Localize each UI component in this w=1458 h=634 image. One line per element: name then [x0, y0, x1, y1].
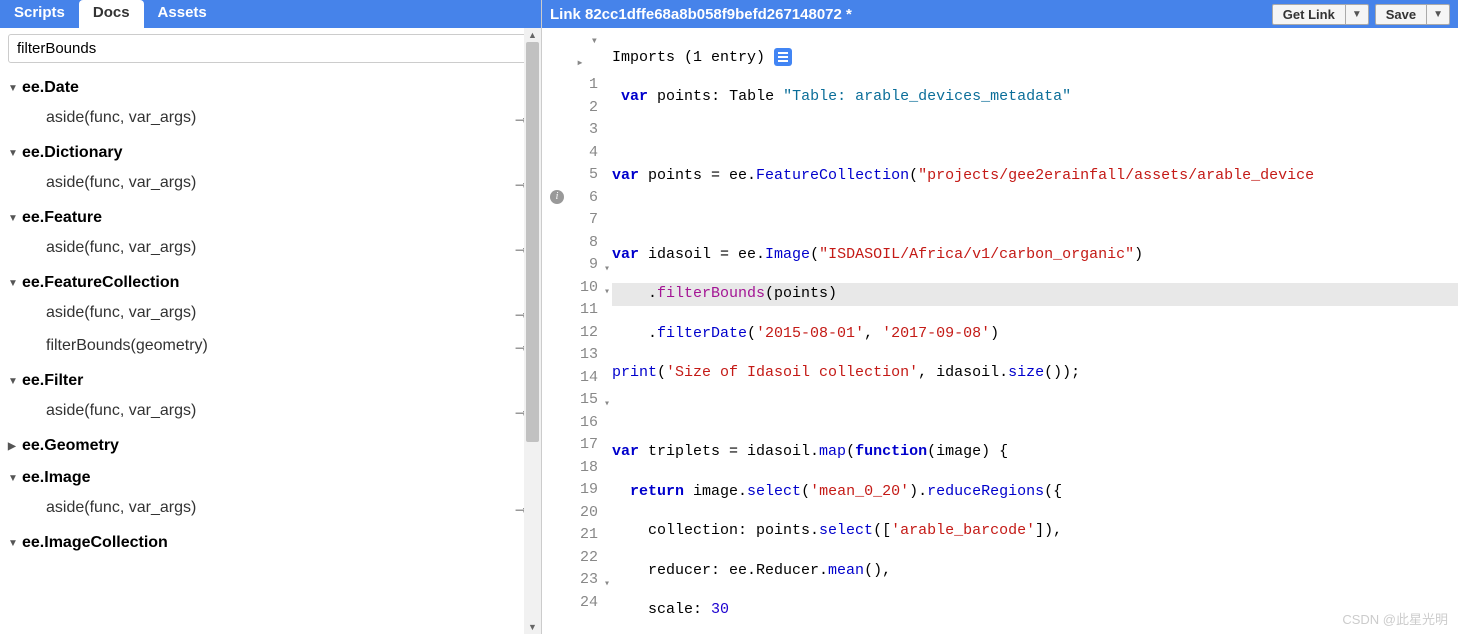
chevron-down-icon: ▼ — [8, 473, 22, 484]
tree-item[interactable]: aside(func, var_args)→| — [8, 101, 537, 134]
tree-item[interactable]: filterBounds(geometry)→| — [8, 329, 537, 362]
scrollbar[interactable]: ▲ ▼ — [524, 28, 541, 634]
panel-tabs: Scripts Docs Assets — [0, 0, 541, 28]
scroll-down-icon[interactable]: ▼ — [524, 620, 541, 634]
tree-item[interactable]: aside(func, var_args)→| — [8, 231, 537, 264]
get-link-dropdown[interactable]: ▼ — [1346, 4, 1369, 25]
tree-item[interactable]: aside(func, var_args)→| — [8, 296, 537, 329]
editor-panel: Link 82cc1dffe68a8b058f9befd267148072 * … — [542, 0, 1458, 634]
info-icon[interactable]: i — [550, 190, 564, 204]
tree-item-label: aside(func, var_args) — [46, 304, 196, 322]
tree-group-header[interactable]: ▶ee.Geometry — [8, 433, 537, 459]
tab-docs[interactable]: Docs — [79, 0, 144, 28]
editor-header: Link 82cc1dffe68a8b058f9befd267148072 * … — [542, 0, 1458, 28]
tree-item-label: aside(func, var_args) — [46, 499, 196, 517]
docs-search — [8, 34, 533, 63]
chevron-down-icon: ▼ — [8, 213, 22, 224]
tree-item-label: aside(func, var_args) — [46, 402, 196, 420]
tree-item-label: aside(func, var_args) — [46, 239, 196, 257]
get-link-button[interactable]: Get Link — [1272, 4, 1346, 25]
tree-group-label: ee.Filter — [22, 372, 83, 390]
chevron-down-icon: ▼ — [8, 148, 22, 159]
code-editor[interactable]: ▾ ▸ 1 2 3 4 5 i6 7 8 9▾ 10▾ 11 12 13 14 … — [542, 28, 1458, 634]
code-content[interactable]: Imports (1 entry) var points: Table "Tab… — [612, 28, 1458, 634]
scrollbar-thumb[interactable] — [526, 42, 539, 442]
docs-search-input[interactable] — [8, 34, 533, 63]
tree-item[interactable]: aside(func, var_args)→| — [8, 394, 537, 427]
tree-item[interactable]: aside(func, var_args)→| — [8, 166, 537, 199]
chevron-down-icon: ▼ — [8, 83, 22, 94]
tree-item-label: aside(func, var_args) — [46, 174, 196, 192]
scroll-up-icon[interactable]: ▲ — [524, 28, 541, 42]
editor-actions: Get Link ▼ Save ▼ — [1272, 4, 1450, 25]
save-dropdown[interactable]: ▼ — [1427, 4, 1450, 25]
imports-header: Imports (1 entry) — [612, 49, 765, 66]
imports-badge-icon[interactable] — [774, 48, 792, 66]
tab-assets[interactable]: Assets — [144, 0, 221, 28]
tree-group-label: ee.Image — [22, 469, 90, 487]
tree-group-label: ee.Date — [22, 79, 79, 97]
tree-group-label: ee.ImageCollection — [22, 534, 168, 552]
save-button[interactable]: Save — [1375, 4, 1427, 25]
docs-tree[interactable]: ▼ee.Date aside(func, var_args)→| ▼ee.Dic… — [0, 69, 541, 634]
chevron-down-icon: ▼ — [8, 376, 22, 387]
tab-scripts[interactable]: Scripts — [0, 0, 79, 28]
tree-group-header[interactable]: ▼ee.Dictionary — [8, 140, 537, 166]
tree-group-label: ee.FeatureCollection — [22, 274, 179, 292]
gutter: ▾ ▸ 1 2 3 4 5 i6 7 8 9▾ 10▾ 11 12 13 14 … — [542, 28, 612, 634]
tree-group-header[interactable]: ▼ee.Date — [8, 75, 537, 101]
tree-group-label: ee.Dictionary — [22, 144, 122, 162]
chevron-down-icon: ▼ — [8, 538, 22, 549]
tree-group-label: ee.Geometry — [22, 437, 119, 455]
chevron-down-icon: ▼ — [8, 278, 22, 289]
tree-item-label: aside(func, var_args) — [46, 109, 196, 127]
tree-group-header[interactable]: ▼ee.ImageCollection — [8, 530, 537, 556]
tree-group-header[interactable]: ▼ee.Feature — [8, 205, 537, 231]
tree-item[interactable]: aside(func, var_args)→| — [8, 491, 537, 524]
tree-item-label: filterBounds(geometry) — [46, 337, 208, 355]
tree-group-label: ee.Feature — [22, 209, 102, 227]
docs-panel: Scripts Docs Assets ▼ee.Date aside(func,… — [0, 0, 542, 634]
tree-group-header[interactable]: ▼ee.FeatureCollection — [8, 270, 537, 296]
chevron-right-icon: ▶ — [8, 441, 22, 452]
editor-title: Link 82cc1dffe68a8b058f9befd267148072 * — [550, 6, 852, 23]
tree-group-header[interactable]: ▼ee.Filter — [8, 368, 537, 394]
tree-group-header[interactable]: ▼ee.Image — [8, 465, 537, 491]
